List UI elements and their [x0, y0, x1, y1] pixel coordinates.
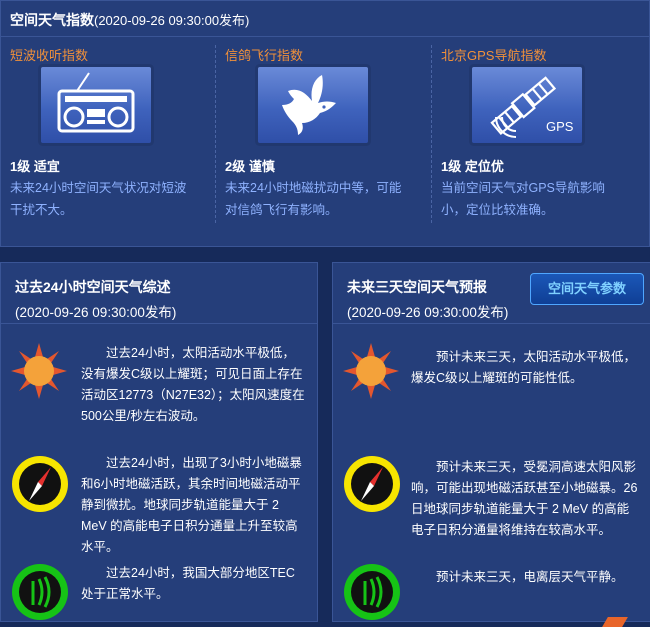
index-title[interactable]: 短波收听指数 [10, 45, 88, 64]
index-column-pigeon: 信鸽飞行指数 2级 谨慎 未来24小时地磁扰动中等，可能对信鸽飞行有影响。 [216, 37, 430, 223]
summary-text-sun: 过去24小时，太阳活动水平极低，没有爆发C级以上耀斑；可见日面上存在活动区127… [81, 346, 305, 423]
index-description: 当前空间天气对GPS导航影响小，定位比较准确。 [441, 181, 605, 217]
index-level: 1级 适宜 [10, 159, 60, 174]
section-timestamp: (2020-09-26 09:30:00发布) [347, 305, 509, 320]
section-divider [1, 323, 317, 324]
radio-icon[interactable] [41, 67, 151, 143]
space-weather-params-button[interactable]: 空间天气参数 [530, 273, 644, 305]
index-title[interactable]: 信鸽飞行指数 [225, 45, 303, 64]
index-column-shortwave: 短波收听指数 1级 适宜 未来24小时空间天气状况对短波干扰不大。 [1, 37, 214, 223]
sun-icon [11, 343, 67, 399]
sun-icon [343, 343, 399, 399]
index-title[interactable]: 北京GPS导航指数 [441, 45, 546, 64]
summary-text-ionosphere: 过去24小时，我国大部分地区TEC处于正常水平。 [81, 566, 295, 601]
pigeon-icon[interactable] [258, 67, 368, 143]
section-timestamp: (2020-09-26 09:30:00发布) [15, 305, 177, 320]
panel-timestamp: (2020-09-26 09:30:00发布) [94, 13, 250, 28]
three-day-forecast-panel: 未来三天空间天气预报 (2020-09-26 09:30:00发布) 空间天气参… [332, 262, 650, 627]
satellite-icon[interactable]: GPS [472, 67, 582, 143]
index-column-gps: 北京GPS导航指数 GPS 1级 定位优 当前空间天气对GPS导航影响小，定位比… [432, 37, 649, 223]
section-title: 过去24小时空间天气综述 [15, 279, 171, 295]
index-level: 2级 谨慎 [225, 159, 275, 174]
ionosphere-icon [12, 564, 68, 620]
section-divider [333, 323, 650, 324]
panel-title: 空间天气指数(2020-09-26 09:30:00发布) [10, 10, 249, 30]
compass-icon [12, 456, 68, 512]
past-24h-summary-panel: 过去24小时空间天气综述 (2020-09-26 09:30:00发布) 过去2… [0, 262, 318, 622]
index-description: 未来24小时地磁扰动中等，可能对信鸽飞行有影响。 [225, 181, 402, 217]
index-level: 1级 定位优 [441, 159, 504, 174]
panel-title-text: 空间天气指数 [10, 12, 94, 28]
forecast-text-ionosphere: 预计未来三天，电离层天气平静。 [436, 570, 624, 584]
gps-icon-label: GPS [546, 119, 574, 134]
space-weather-index-panel: 空间天气指数(2020-09-26 09:30:00发布) 短波收听指数 1级 … [0, 0, 650, 247]
ionosphere-icon [344, 564, 400, 620]
forecast-text-geomagnetic: 预计未来三天，受冕洞高速太阳风影响，可能出现地磁活跃甚至小地磁暴。26日地球同步… [411, 460, 638, 537]
index-description: 未来24小时空间天气状况对短波干扰不大。 [10, 181, 187, 217]
compass-icon [344, 456, 400, 512]
decorative-corner [602, 617, 628, 627]
summary-text-geomagnetic: 过去24小时，出现了3小时小地磁暴和6小时地磁活跃，其余时间地磁活动平静到微扰。… [81, 456, 302, 554]
forecast-text-sun: 预计未来三天，太阳活动水平极低，爆发C级以上耀斑的可能性低。 [411, 350, 637, 385]
panel-header: 空间天气指数(2020-09-26 09:30:00发布) [1, 1, 649, 37]
section-title: 未来三天空间天气预报 [347, 279, 487, 295]
